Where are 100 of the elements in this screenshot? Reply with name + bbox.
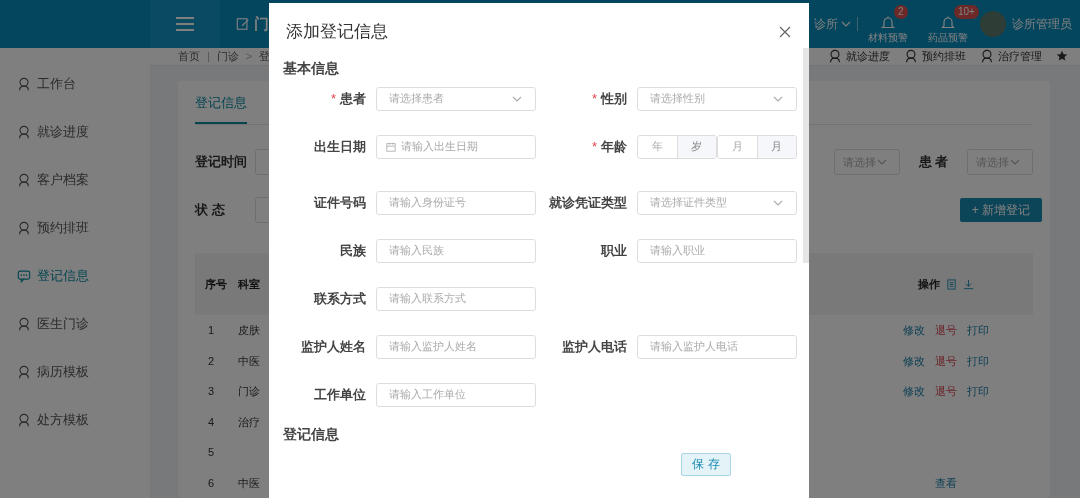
table-cell-text: 6 xyxy=(207,475,216,491)
input-field[interactable]: 请输入民族 xyxy=(376,238,536,263)
table-cell-text: 1 xyxy=(207,323,216,338)
action-link[interactable]: 修改 xyxy=(902,322,925,339)
field-label: * 患者 xyxy=(329,89,366,108)
breadcrumb-separator: | xyxy=(207,49,210,64)
input-field[interactable]: 请输入监护人电话 xyxy=(637,334,797,359)
star-icon[interactable] xyxy=(1056,50,1068,63)
filter-label: 登记时间 xyxy=(195,153,248,172)
person-icon xyxy=(17,173,31,187)
column-header: 序号 xyxy=(204,276,228,292)
filter-label: 状 态 xyxy=(195,201,226,220)
table-cell: 门诊 xyxy=(238,385,260,397)
alert-button[interactable]: 药品预警 10+ xyxy=(918,1,978,47)
document-icon[interactable] xyxy=(945,278,957,290)
table-cell: 中医 xyxy=(238,354,260,367)
sidebar-item[interactable]: 处方模板 xyxy=(0,396,150,444)
date-field[interactable]: 请输入出生日期 xyxy=(376,134,536,159)
count-badge: 10+ xyxy=(954,5,979,19)
sidebar-item[interactable]: 登记信息 xyxy=(0,252,150,300)
breadcrumb-link[interactable]: 门诊 xyxy=(216,48,239,65)
close-icon[interactable] xyxy=(779,25,791,38)
person-icon xyxy=(980,49,994,64)
column-header: 科室 xyxy=(238,276,261,292)
download-icon[interactable] xyxy=(962,278,974,290)
required-mark: * xyxy=(591,138,597,154)
person-icon xyxy=(17,221,31,235)
section-title: 基本信息 xyxy=(282,58,340,78)
person-icon xyxy=(17,365,31,379)
field-label: 职业 xyxy=(600,241,627,260)
module-tab[interactable]: 门 xyxy=(236,12,269,36)
avatar xyxy=(980,11,1006,37)
input-field[interactable]: 请输入身份证号 xyxy=(376,190,536,215)
table-cell: 皮肤 xyxy=(238,324,260,336)
input-field[interactable]: 请输入联系方式 xyxy=(376,286,536,311)
table-cell-text: 4 xyxy=(207,414,216,430)
field-label: * 性别 xyxy=(590,89,627,108)
select-field[interactable]: 请选择性别 xyxy=(637,86,797,111)
bell-icon xyxy=(880,15,896,31)
sidebar-item[interactable]: 客户档案 xyxy=(0,156,150,204)
field-label: 联系方式 xyxy=(313,289,366,308)
filter-label: 患 者 xyxy=(917,153,950,172)
action-link[interactable]: 查看 xyxy=(934,474,957,491)
calendar-icon xyxy=(386,141,396,152)
table-cell: 中医 xyxy=(238,476,260,489)
select-field[interactable]: 请选择患者 xyxy=(376,86,536,111)
person-icon xyxy=(17,413,31,427)
field-label: 出生日期 xyxy=(313,137,366,156)
person-icon xyxy=(17,77,31,91)
input-field[interactable]: 请输入工作单位 xyxy=(376,382,536,407)
field-label: 监护人姓名 xyxy=(300,337,366,356)
sidebar-item[interactable]: 医生门诊 xyxy=(0,300,150,348)
breadcrumb-link[interactable]: 首页 xyxy=(178,48,200,65)
table-cell-text: 3 xyxy=(207,384,216,399)
required-mark: * xyxy=(591,90,597,106)
field-label: 工作单位 xyxy=(313,385,366,404)
user-name: 诊所管理员 xyxy=(1012,16,1072,33)
field-label: 民族 xyxy=(339,241,366,260)
action-link[interactable]: 修改 xyxy=(902,352,925,369)
add-button[interactable]: + 新增登记 xyxy=(959,198,1042,222)
sidebar-item[interactable]: 工作台 xyxy=(0,60,150,108)
action-link[interactable]: 退号 xyxy=(934,352,957,369)
alert-button[interactable]: 材料预警 2 xyxy=(858,1,918,47)
quick-link[interactable]: 治疗管理 xyxy=(980,48,1042,65)
breadcrumb-link[interactable]: 登 xyxy=(259,48,271,65)
breadcrumb-separator: > xyxy=(245,49,253,64)
dialog-title: 添加登记信息 xyxy=(286,21,388,43)
quick-link[interactable]: 就诊进度 xyxy=(828,48,890,65)
sidebar-item[interactable]: 病历模板 xyxy=(0,348,150,396)
age-field[interactable]: 年 岁 xyxy=(637,134,717,159)
action-link[interactable]: 退号 xyxy=(934,322,957,339)
quick-link[interactable]: 预约排班 xyxy=(904,48,966,65)
field-label: 监护人电话 xyxy=(561,337,627,356)
sidebar-item[interactable]: 就诊进度 xyxy=(0,108,150,156)
unit-label: 月 xyxy=(756,135,796,158)
input-field[interactable]: 请输入职业 xyxy=(637,238,797,263)
action-link[interactable]: 修改 xyxy=(902,383,925,400)
person-icon xyxy=(17,125,31,139)
table-cell-text: 5 xyxy=(207,445,216,460)
person-icon xyxy=(828,49,842,64)
select-field[interactable]: 请选择证件类型 xyxy=(637,190,797,215)
menu-icon[interactable] xyxy=(176,17,194,31)
action-link[interactable]: 退号 xyxy=(934,383,957,400)
section-title: 登记信息 xyxy=(282,424,340,444)
required-mark: * xyxy=(330,90,336,106)
action-link[interactable]: 打印 xyxy=(966,322,989,339)
sidebar-item[interactable]: 预约排班 xyxy=(0,204,150,252)
input-field[interactable]: 请输入监护人姓名 xyxy=(376,334,536,359)
age-field[interactable]: 月 月 xyxy=(717,134,797,159)
field-label: * 年龄 xyxy=(590,137,627,156)
action-link[interactable]: 打印 xyxy=(966,383,989,400)
count-badge: 2 xyxy=(894,5,908,19)
table-cell: 治疗 xyxy=(238,415,260,428)
tab[interactable]: 登记信息 xyxy=(195,92,247,124)
action-link[interactable]: 打印 xyxy=(966,352,989,369)
clinic-dropdown[interactable]: 诊所 xyxy=(814,15,852,33)
chat-icon xyxy=(17,269,31,283)
field-label: 就诊凭证类型 xyxy=(548,193,627,212)
column-header: 操作 xyxy=(917,276,940,292)
save-button[interactable]: 保 存 xyxy=(681,452,731,476)
